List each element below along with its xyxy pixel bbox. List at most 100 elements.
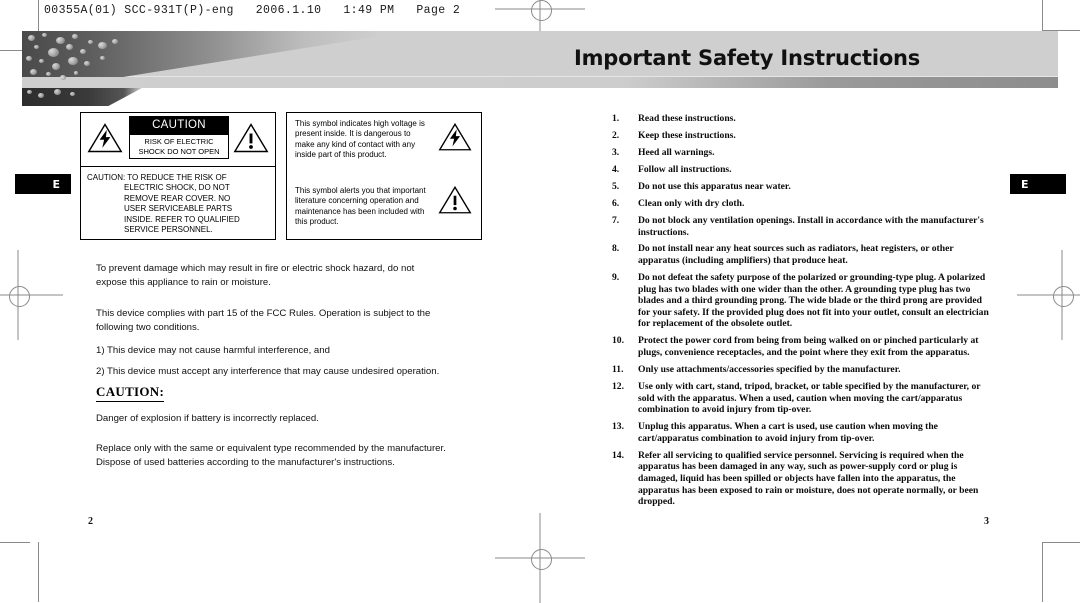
fcc-condition-1: 1) This device may not cause harmful int… xyxy=(96,345,330,357)
list-item-text: Unplug this apparatus. When a cart is us… xyxy=(638,421,938,444)
reg-line-horizontal xyxy=(1017,294,1080,296)
caution-text-line6: SERVICE PERSONNEL. xyxy=(124,225,213,235)
caution-label-top: CAUTION RISK OF ELECTRIC SHOCK DO NOT OP… xyxy=(81,113,275,167)
list-item-text: Only use attachments/accessories specifi… xyxy=(638,364,901,375)
banner-lower-bar xyxy=(22,77,1058,88)
list-item-text: Use only with cart, stand, tripod, brack… xyxy=(638,380,981,416)
registration-mark-right xyxy=(1017,250,1080,340)
lightning-bolt-triangle-icon xyxy=(438,122,472,151)
page-number-left: 2 xyxy=(88,516,93,527)
list-item-number: 1. xyxy=(612,113,620,124)
list-item-number: 14. xyxy=(612,449,624,461)
list-item: 13. Unplug this apparatus. When a cart i… xyxy=(612,421,992,444)
list-item-text: Refer all servicing to qualified service… xyxy=(638,449,979,508)
caution-text-line5: INSIDE. REFER TO QUALIFIED xyxy=(124,214,240,224)
battery-explosion-warning: Danger of explosion if battery is incorr… xyxy=(96,413,319,424)
registration-mark-bottom xyxy=(495,513,585,603)
reg-line-horizontal xyxy=(495,8,585,10)
reg-circle xyxy=(8,285,30,307)
banner-bubble-texture xyxy=(22,31,142,106)
list-item: 11. Only use attachments/accessories spe… xyxy=(612,364,992,376)
reg-circle xyxy=(1052,285,1074,307)
language-tab-left: E xyxy=(15,174,71,194)
list-item-number: 8. xyxy=(612,243,620,255)
list-item-number: 5. xyxy=(612,180,620,192)
symbol-explanation-bang: This symbol alerts you that important li… xyxy=(287,176,481,243)
reg-line-vertical xyxy=(17,250,19,340)
list-item: 6. Clean only with dry cloth. xyxy=(612,198,992,210)
list-item-text: Do not block any ventilation openings. I… xyxy=(638,214,984,238)
list-item-number: 6. xyxy=(612,197,620,209)
crop-line-horizontal xyxy=(1042,542,1080,543)
caution-text-line4: USER SERVICEABLE PARTS xyxy=(124,204,233,214)
list-item-number: 11. xyxy=(612,364,624,375)
list-item: 5. Do not use this apparatus near water. xyxy=(612,181,992,193)
safety-instructions-list: 1. Read these instructions. 2. Keep thes… xyxy=(612,113,992,513)
registration-mark-left xyxy=(0,250,63,340)
reg-circle xyxy=(530,548,552,570)
list-item-number: 3. xyxy=(612,146,620,158)
symbol-explanation-bolt: This symbol indicates high voltage is pr… xyxy=(287,113,481,176)
caution-plate-line2: SHOCK DO NOT OPEN xyxy=(138,146,220,156)
caution-plate-body: RISK OF ELECTRIC SHOCK DO NOT OPEN xyxy=(130,135,228,158)
caution-label-box: CAUTION RISK OF ELECTRIC SHOCK DO NOT OP… xyxy=(80,112,276,240)
list-item-number: 2. xyxy=(612,129,620,141)
list-item-number: 4. xyxy=(612,163,620,175)
crop-line-vertical xyxy=(1042,542,1043,602)
crop-line-horizontal xyxy=(0,542,30,543)
list-item: 9. Do not defeat the safety purpose of t… xyxy=(612,272,992,330)
list-item: 3. Heed all warnings. xyxy=(612,147,992,159)
list-item: 12. Use only with cart, stand, tripod, b… xyxy=(612,381,992,416)
reg-line-vertical xyxy=(539,513,541,603)
list-item-text: Protect the power cord from being from b… xyxy=(638,335,979,359)
list-item: 7. Do not block any ventilation openings… xyxy=(612,215,992,238)
caution-label-text: CAUTION: TO REDUCE THE RISK OF ELECTRIC … xyxy=(81,167,275,235)
fcc-condition-2: 2) This device must accept any interfere… xyxy=(96,365,440,377)
list-item-text: Read these instructions. xyxy=(638,113,736,124)
list-item-text: Clean only with dry cloth. xyxy=(638,197,745,209)
exclamation-triangle-icon xyxy=(438,185,472,214)
caution-text-line2: ELECTRIC SHOCK, DO NOT xyxy=(124,183,230,193)
list-item-number: 12. xyxy=(612,380,624,392)
language-tab-left-label: E xyxy=(52,177,60,191)
symbol-bang-text: This symbol alerts you that important li… xyxy=(295,186,426,227)
caution-plate-header: CAUTION xyxy=(130,117,228,135)
print-slug-line: 00355A(01) SCC-931T(P)-eng 2006.1.10 1:4… xyxy=(44,4,461,17)
left-page-column: CAUTION RISK OF ELECTRIC SHOCK DO NOT OP… xyxy=(80,112,490,468)
list-item-number: 13. xyxy=(612,421,624,433)
list-item: 10. Protect the power cord from being fr… xyxy=(612,335,992,358)
caution-text-line3: REMOVE REAR COVER. NO xyxy=(124,193,231,203)
crop-line-vertical xyxy=(38,542,39,602)
list-item: 1. Read these instructions. xyxy=(612,113,992,125)
list-item-number: 9. xyxy=(612,272,620,284)
crop-line-vertical xyxy=(1042,0,1043,30)
page-number-right: 3 xyxy=(984,516,989,527)
list-item: 4. Follow all instructions. xyxy=(612,164,992,176)
list-item-text: Keep these instructions. xyxy=(638,129,736,141)
warning-boxes-row: CAUTION RISK OF ELECTRIC SHOCK DO NOT OP… xyxy=(80,112,490,240)
reg-circle xyxy=(530,0,552,21)
fcc-main-paragraph: This device complies with part 15 of the… xyxy=(96,308,431,333)
moisture-warning-paragraph: To prevent damage which may result in fi… xyxy=(96,263,415,288)
crop-mark-bottom-left xyxy=(0,520,120,602)
lightning-bolt-triangle-icon xyxy=(87,123,123,153)
list-item-text: Do not use this apparatus near water. xyxy=(638,180,791,192)
caution-text-line1: CAUTION: TO REDUCE THE RISK OF xyxy=(87,173,227,182)
reg-line-horizontal xyxy=(495,557,585,559)
reg-line-vertical xyxy=(1061,250,1063,340)
language-tab-right-label: E xyxy=(1021,177,1029,191)
crop-mark-bottom-right xyxy=(1020,520,1080,602)
list-item-text: Do not defeat the safety purpose of the … xyxy=(638,272,989,330)
language-tab-right: E xyxy=(1010,174,1066,194)
list-item-text: Do not install near any heat sources suc… xyxy=(638,243,954,267)
page-title: Important Safety Instructions xyxy=(574,46,921,70)
symbol-explanation-box: This symbol indicates high voltage is pr… xyxy=(286,112,482,240)
reg-line-horizontal xyxy=(0,294,63,296)
exclamation-triangle-icon xyxy=(233,123,269,153)
fcc-compliance-block: This device complies with part 15 of the… xyxy=(96,307,446,378)
symbol-bolt-text: This symbol indicates high voltage is pr… xyxy=(295,119,425,160)
list-item: 14. Refer all servicing to qualified ser… xyxy=(612,450,992,508)
list-item-text: Follow all instructions. xyxy=(638,163,732,175)
list-item-text: Heed all warnings. xyxy=(638,146,715,158)
list-item: 2. Keep these instructions. xyxy=(612,130,992,142)
